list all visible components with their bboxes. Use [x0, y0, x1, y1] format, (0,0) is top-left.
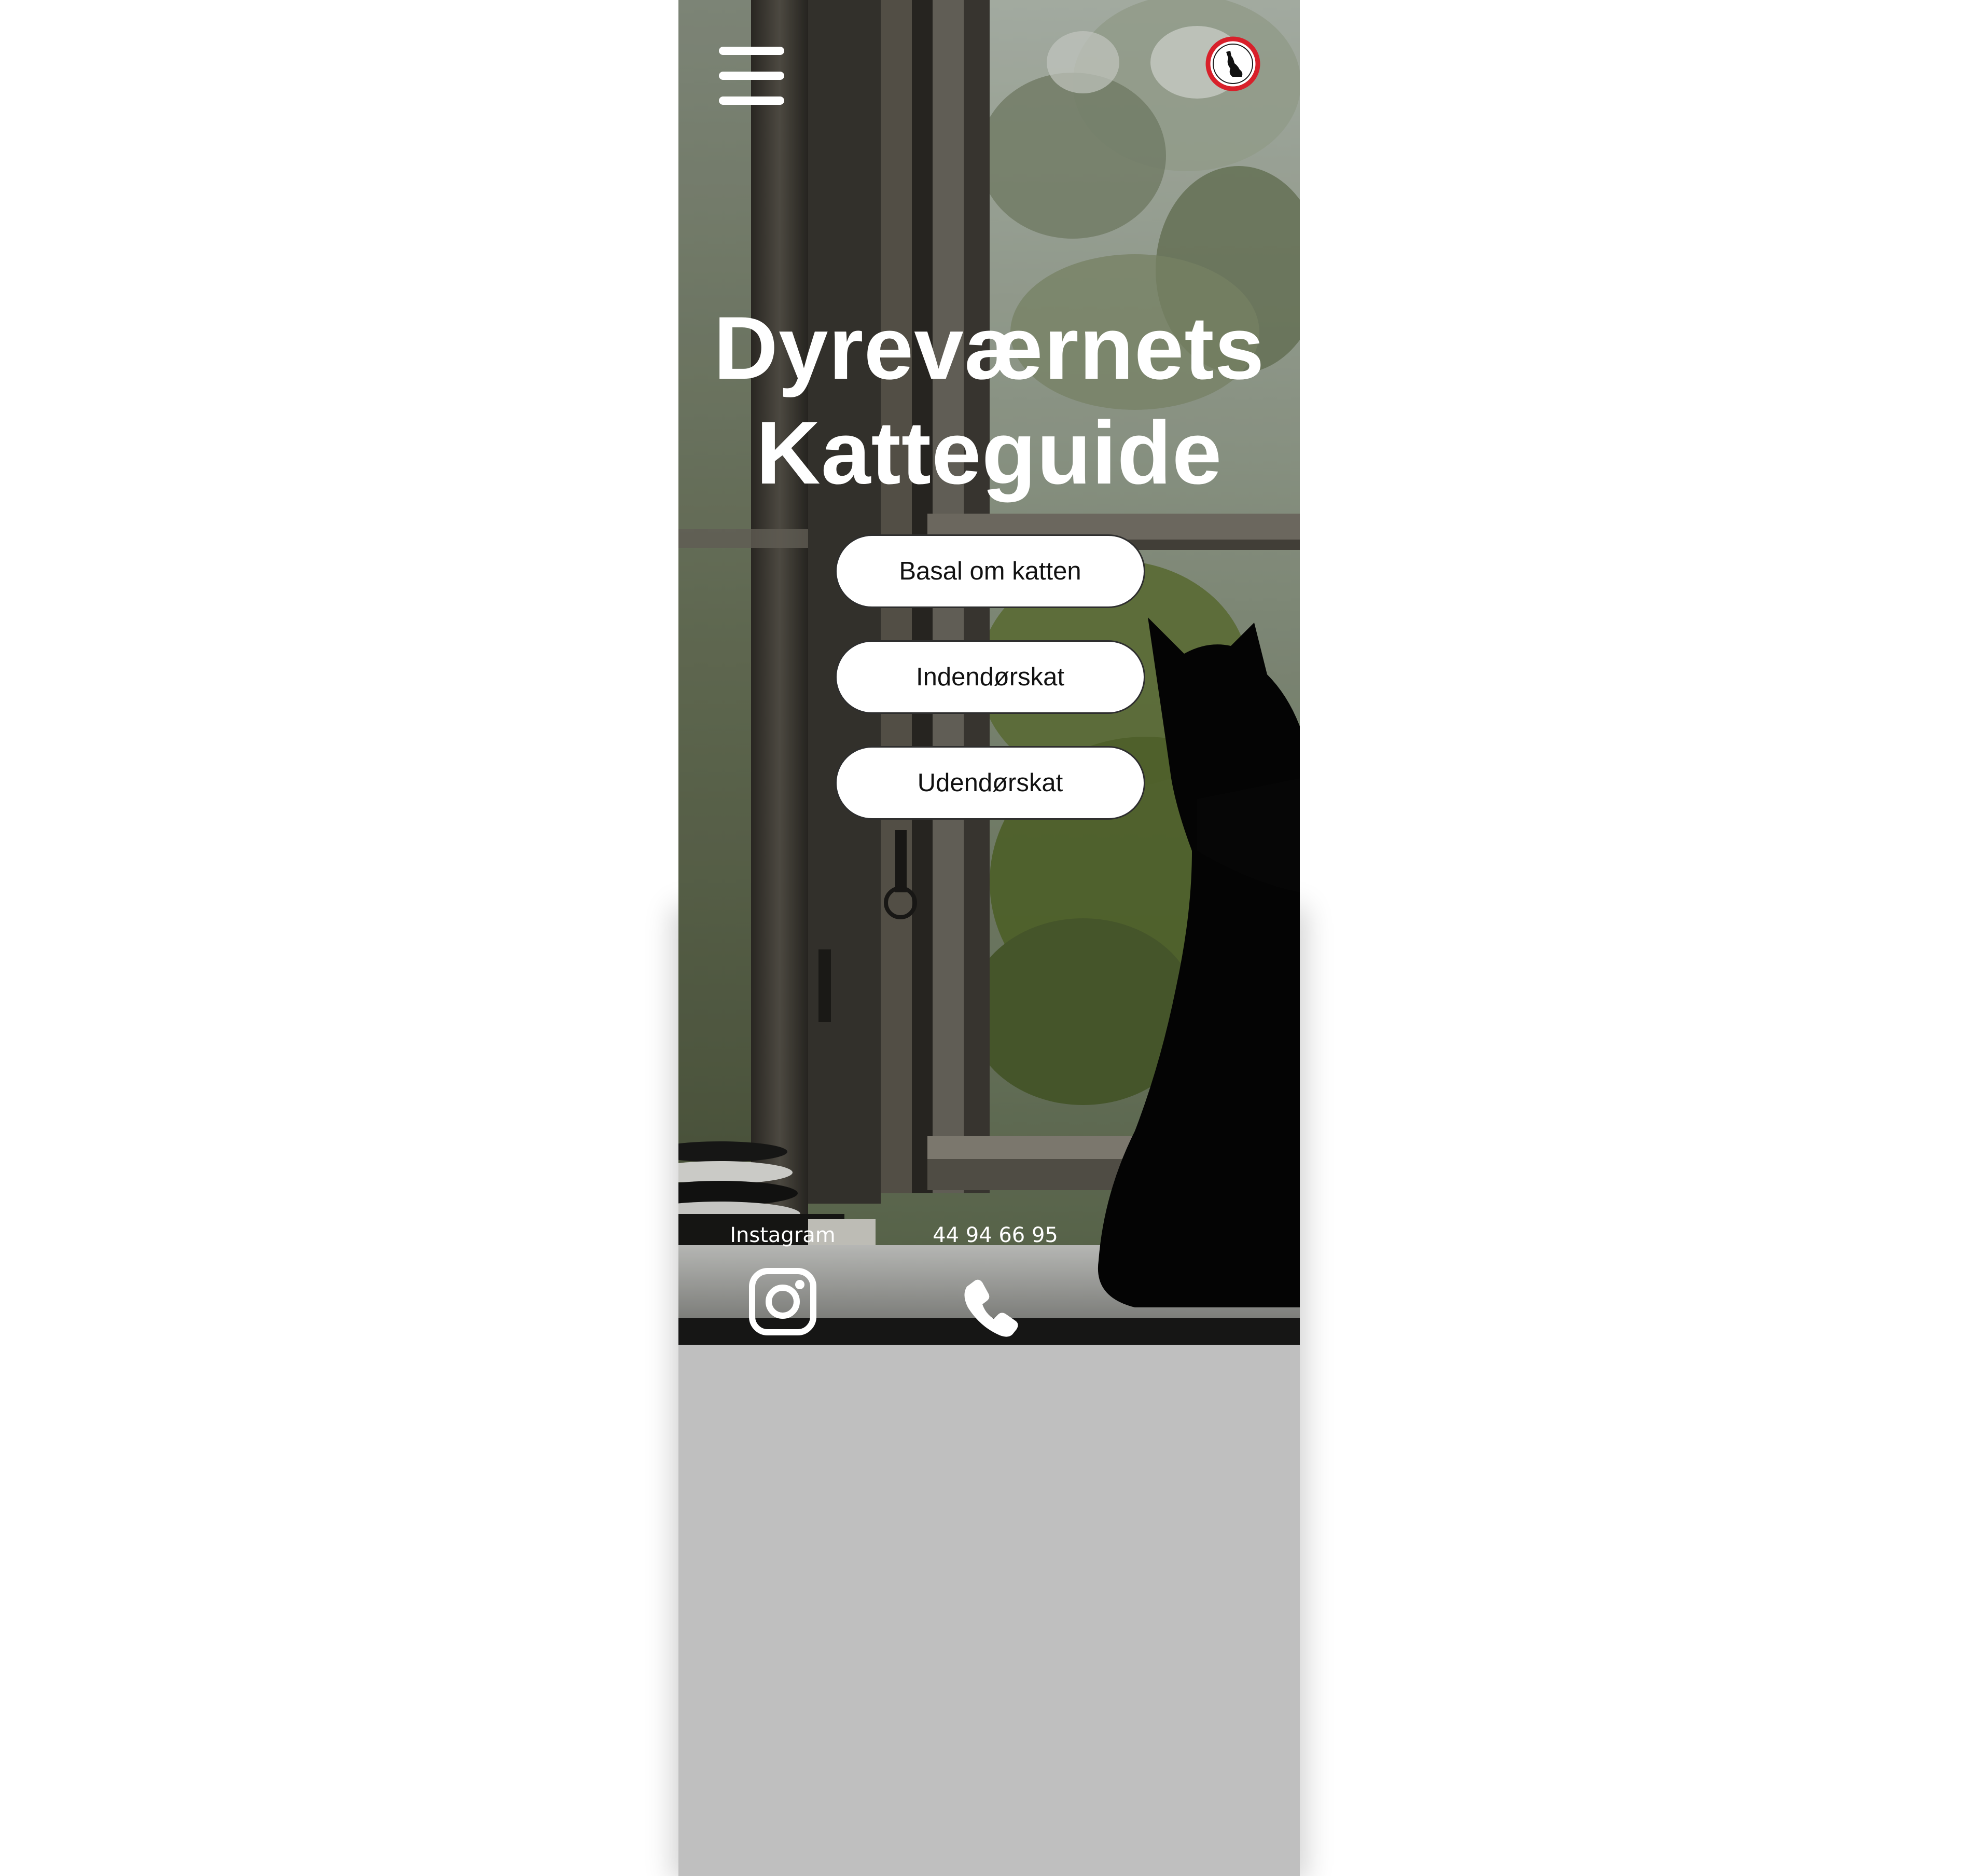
phone-number-label[interactable]: 44 94 66 95 [931, 1223, 1060, 1247]
dyrevaernet-cat-logo-icon[interactable] [1205, 36, 1260, 91]
udendorskat-button[interactable]: Udendørskat [835, 746, 1145, 820]
instagram-label[interactable]: Instagram [725, 1223, 840, 1247]
page-title: Dyreværnets Katteguide [678, 296, 1300, 505]
hamburger-menu-icon [719, 47, 784, 55]
phone-screen: Dyreværnets Katteguide Basal om katten I… [678, 0, 1300, 1345]
hamburger-menu-icon-bar [719, 72, 784, 80]
page-title-line-2: Katteguide [756, 403, 1223, 503]
hamburger-menu-icon-bar [719, 96, 784, 105]
basal-om-katten-button[interactable]: Basal om katten [835, 534, 1145, 608]
menu-button[interactable] [717, 44, 787, 107]
instagram-icon[interactable] [748, 1267, 817, 1336]
phone-icon[interactable] [960, 1277, 1021, 1339]
indendorskat-button[interactable]: Indendørskat [835, 640, 1145, 714]
page: Dyreværnets Katteguide Basal om katten I… [0, 0, 1971, 1876]
page-title-line-1: Dyreværnets [713, 298, 1265, 398]
